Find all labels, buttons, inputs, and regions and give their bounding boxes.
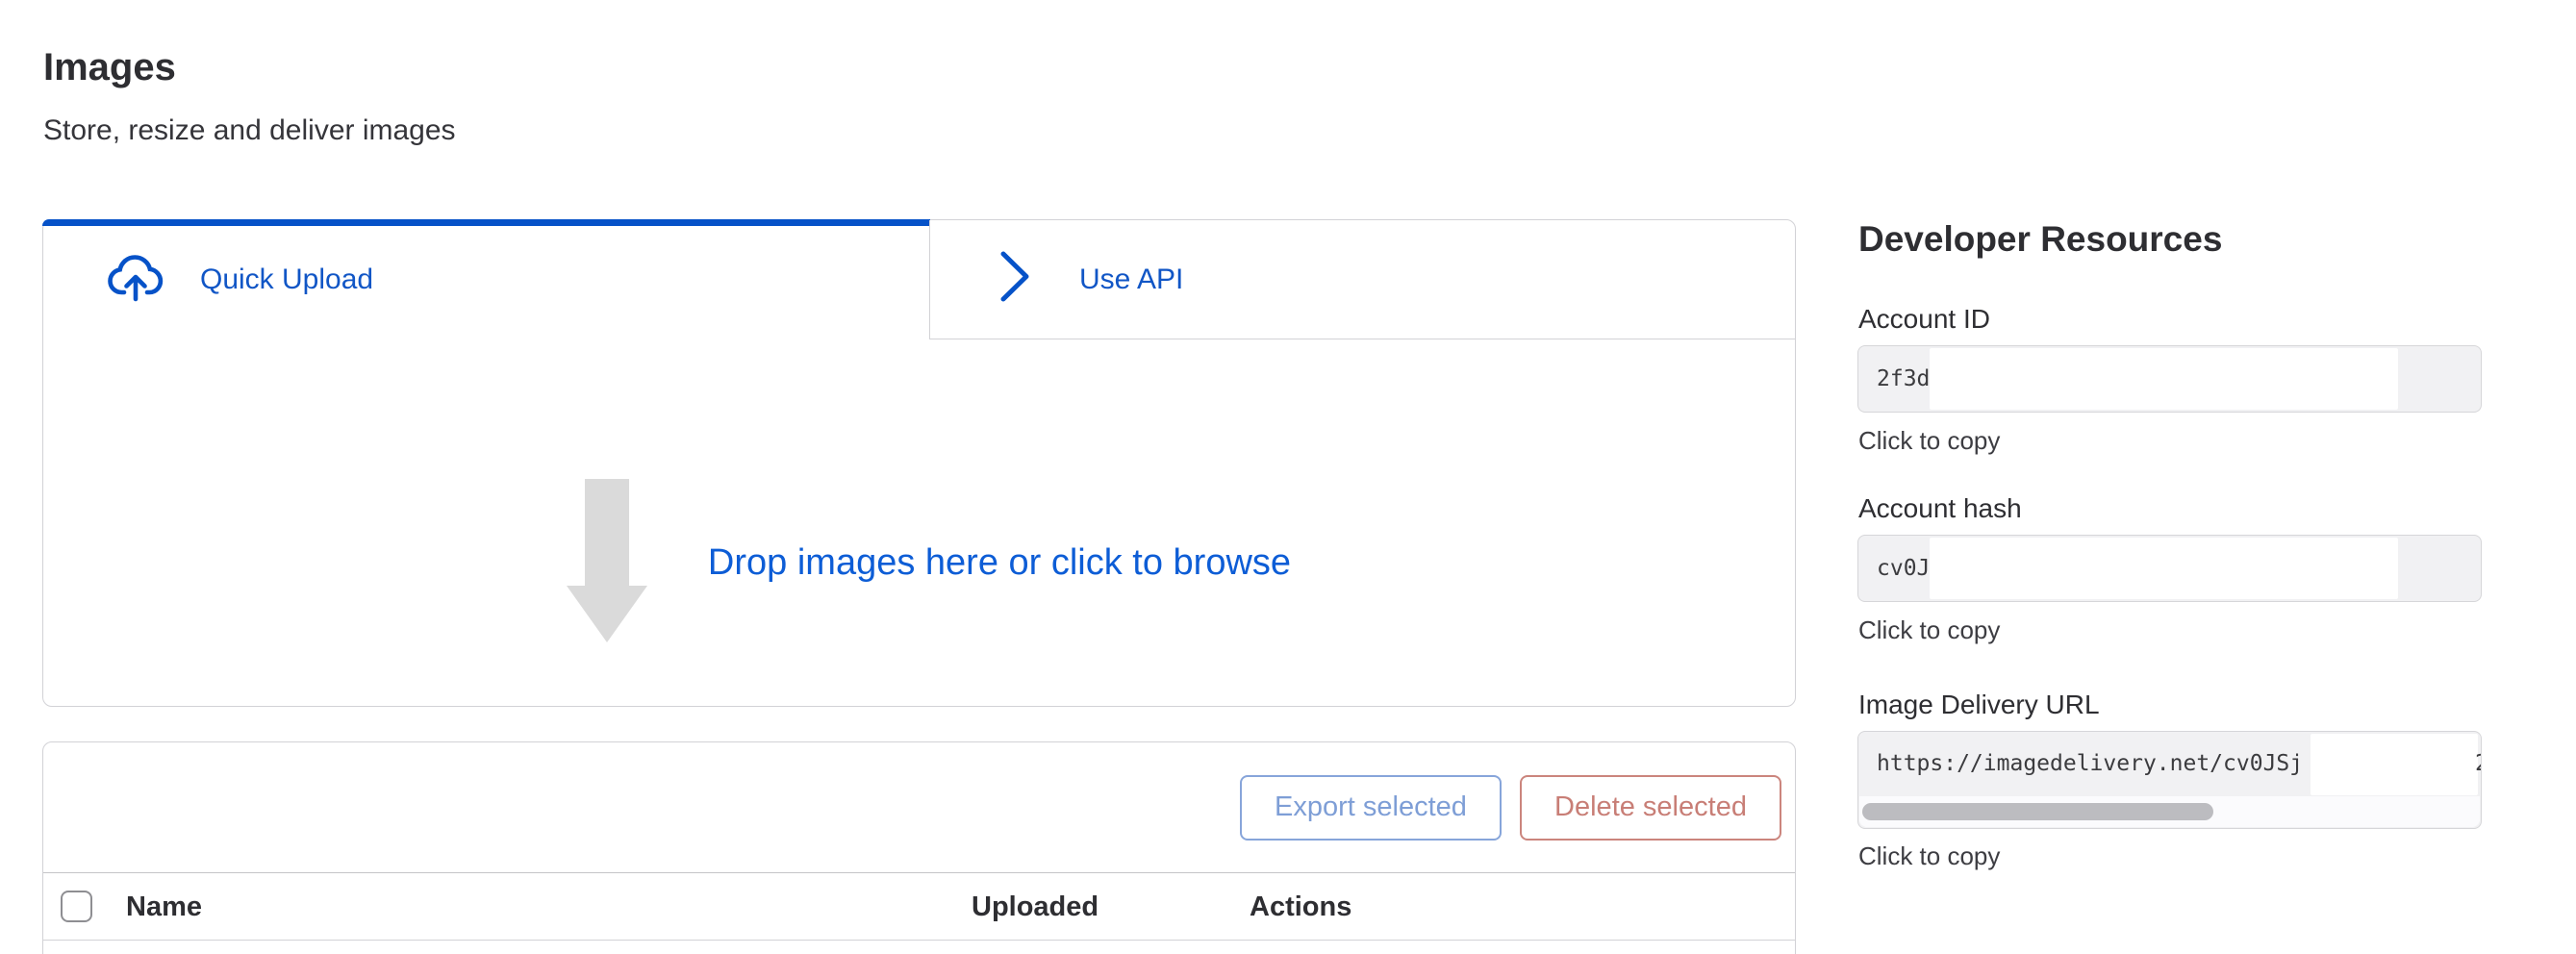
export-selected-button[interactable]: Export selected [1240,775,1502,841]
image-delivery-url-label: Image Delivery URL [1858,689,2100,721]
tab-quick-upload-label: Quick Upload [200,264,373,296]
images-page: Images Store, resize and deliver images … [0,0,2576,954]
horizontal-scrollbar-thumb[interactable] [1862,803,2213,820]
developer-resources-panel: Developer Resources Account ID 2f3d Clic… [1857,212,2482,904]
upload-card: Quick Upload Use API Drop images here or… [42,219,1796,707]
account-hash-copy-hint: Click to copy [1858,615,2000,645]
image-delivery-url-value: https://imagedelivery.net/cv0JSj [1877,732,2303,795]
images-table-card: Export selected Delete selected Name Upl… [42,741,1796,954]
developer-resources-heading: Developer Resources [1858,217,2222,262]
tab-quick-upload[interactable]: Quick Upload [43,220,929,339]
select-all-checkbox[interactable] [61,891,92,922]
horizontal-scrollbar-track [1859,796,2480,827]
page-title: Images [43,44,176,90]
redacted-overflow-character: 2 [2475,732,2482,795]
account-hash-label: Account hash [1858,492,2022,525]
table-header-row: Name Uploaded Actions [43,873,1795,941]
account-hash-field[interactable]: cv0J [1857,535,2482,602]
delete-selected-button[interactable]: Delete selected [1520,775,1781,841]
dropzone-label: Drop images here or click to browse [708,542,1291,584]
chevron-right-icon [998,249,1031,310]
account-hash-value: cv0J [1877,536,1930,601]
table-toolbar: Export selected Delete selected [43,742,1795,873]
column-header-name: Name [126,873,202,941]
redaction-overlay [1930,538,2398,599]
account-id-value: 2f3d [1877,346,1930,412]
tab-use-api[interactable]: Use API [929,220,1795,339]
cloud-upload-icon [107,253,166,308]
tab-use-api-label: Use API [1079,264,1183,296]
page-subtitle: Store, resize and deliver images [43,113,456,149]
image-dropzone[interactable]: Drop images here or click to browse [43,339,1795,706]
redaction-overlay [1930,348,2398,410]
down-arrow-icon [567,479,647,647]
column-header-actions: Actions [1250,873,1351,941]
account-id-copy-hint: Click to copy [1858,425,2000,456]
account-id-field[interactable]: 2f3d [1857,345,2482,413]
account-id-label: Account ID [1858,303,1990,336]
image-delivery-url-field[interactable]: https://imagedelivery.net/cv0JSj 2 [1857,731,2482,829]
image-delivery-url-copy-hint: Click to copy [1858,841,2000,871]
column-header-uploaded: Uploaded [972,873,1099,941]
redaction-overlay [2311,734,2478,795]
